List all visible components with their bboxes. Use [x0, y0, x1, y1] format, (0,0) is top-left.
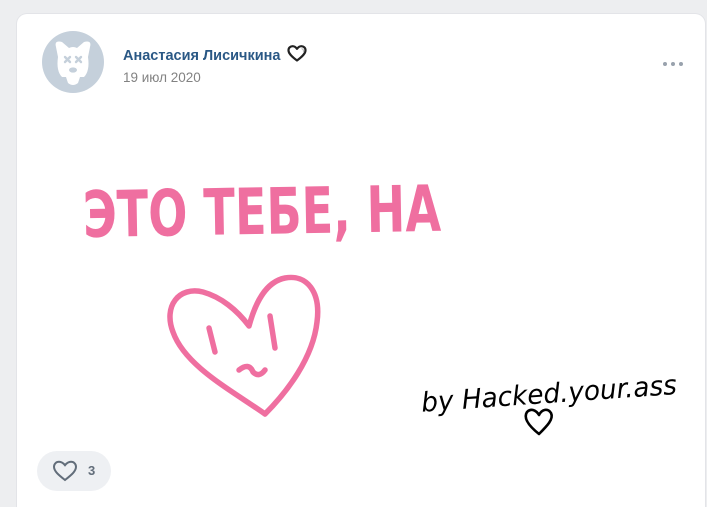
like-button[interactable]: 3: [37, 451, 111, 491]
author-name[interactable]: Анастасия Лисичкина: [123, 48, 280, 64]
like-count: 3: [88, 463, 96, 478]
heart-outline-icon: [52, 460, 78, 482]
more-dot: [679, 62, 683, 66]
more-dot: [671, 62, 675, 66]
avatar[interactable]: [42, 31, 104, 93]
post-card: Анастасия Лисичкина 19 июл 2020 ЭТО ТЕБЕ…: [17, 14, 705, 507]
post-header: Анастасия Лисичкина 19 июл 2020: [17, 14, 705, 104]
post-image[interactable]: ЭТО ТЕБЕ, НА by Hacked.your.ass: [17, 126, 705, 446]
image-text-line1: ЭТО ТЕБЕ, НА: [82, 173, 442, 253]
drawn-heart: [167, 274, 321, 417]
heart-outline-icon: [286, 45, 307, 62]
post-date[interactable]: 19 июл 2020: [123, 70, 201, 85]
deactivated-dog-icon: [55, 41, 91, 85]
more-options-button[interactable]: [661, 54, 685, 74]
author-name-link[interactable]: Анастасия Лисичкина: [123, 45, 307, 64]
more-horizontal-icon: [663, 62, 667, 66]
small-drawn-heart: [524, 408, 553, 436]
